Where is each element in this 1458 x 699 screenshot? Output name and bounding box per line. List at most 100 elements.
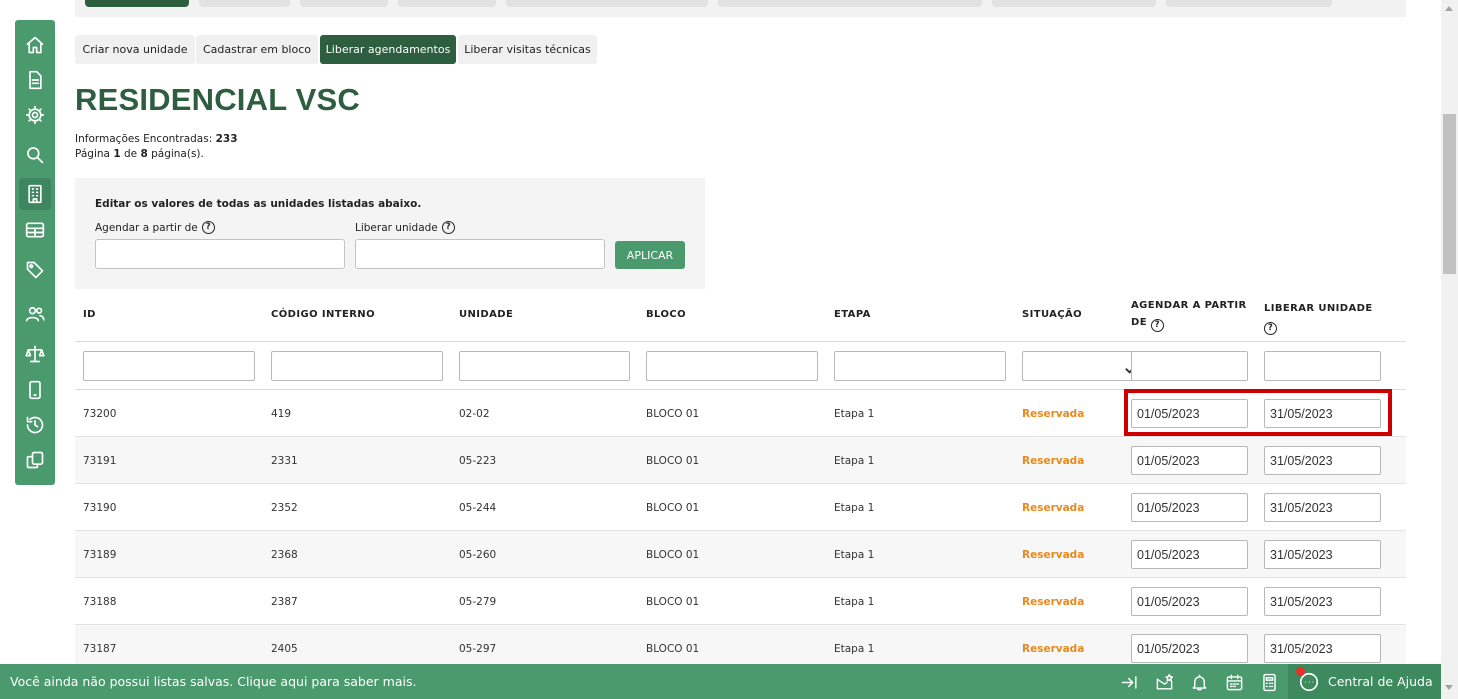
top-tab[interactable] [199, 0, 290, 7]
bulk-release-unit-input[interactable] [355, 239, 605, 269]
saved-lists-message[interactable]: Você ainda não possui listas salvas. Cli… [10, 674, 416, 689]
top-tab[interactable] [506, 0, 708, 7]
sidebar-item-users[interactable] [19, 298, 51, 330]
cell-id: 73187 [83, 643, 117, 655]
schedule-from-field[interactable]: 01/05/2023 [1131, 493, 1248, 522]
column-header-release-unit[interactable]: LIBERAR UNIDADE ? [1264, 300, 1373, 335]
release-unit-field[interactable]: 31/05/2023 [1264, 446, 1381, 475]
scroll-thumb[interactable] [1443, 114, 1456, 274]
cell-id: 73189 [83, 549, 117, 561]
sidebar-item-buildings[interactable] [19, 178, 51, 210]
top-tab[interactable] [398, 0, 496, 7]
home-icon [26, 36, 44, 54]
column-header-block[interactable]: BLOCO [646, 309, 686, 320]
sidebar-item-copy[interactable] [19, 444, 51, 476]
sidebar-item-mobile[interactable] [19, 374, 51, 406]
cell-unit: 02-02 [459, 408, 490, 420]
filter-internal-code-input[interactable] [271, 351, 443, 381]
top-tab[interactable] [718, 0, 982, 7]
copy-icon [26, 451, 44, 469]
release-unit-field[interactable]: 31/05/2023 [1264, 540, 1381, 569]
schedule-from-field[interactable]: 01/05/2023 [1131, 634, 1248, 663]
bulk-register-button[interactable]: Cadastrar em bloco [196, 35, 318, 64]
cell-block: BLOCO 01 [646, 502, 700, 514]
schedule-from-field[interactable]: 01/05/2023 [1131, 446, 1248, 475]
release-technical-visits-button[interactable]: Liberar visitas técnicas [458, 35, 597, 64]
status-badge: Reservada [1022, 455, 1085, 467]
calculator-icon[interactable] [1259, 672, 1279, 692]
bulk-release-unit-text: Liberar unidade [355, 221, 438, 234]
document-icon [29, 70, 42, 90]
filter-id-input[interactable] [83, 351, 255, 381]
column-header-schedule-from-line1: AGENDAR A PARTIR [1131, 300, 1247, 311]
help-icon[interactable]: ? [1150, 318, 1164, 332]
users-icon [25, 306, 45, 322]
pagination-suffix: página(s). [151, 148, 204, 160]
scroll-down-icon[interactable] [1445, 685, 1453, 690]
scale-icon [25, 345, 45, 363]
top-tab[interactable] [992, 0, 1156, 7]
cell-internal-code: 419 [271, 408, 292, 420]
create-unit-button[interactable]: Criar nova unidade [75, 35, 195, 64]
sidebar-item-settings[interactable] [19, 99, 51, 131]
release-unit-field[interactable]: 31/05/2023 [1264, 634, 1381, 663]
help-icon[interactable]: ? [201, 221, 215, 234]
sidebar-item-legal[interactable] [19, 338, 51, 370]
help-center-button[interactable]: Central de Ajuda [1288, 664, 1441, 699]
column-header-unit[interactable]: UNIDADE [459, 309, 513, 320]
sidebar-item-tags[interactable] [19, 254, 51, 286]
release-unit-field[interactable]: 31/05/2023 [1264, 587, 1381, 616]
top-tab[interactable] [300, 0, 388, 7]
scrollbar-bottom[interactable] [1441, 664, 1458, 699]
cell-id: 73191 [83, 455, 117, 467]
apply-button[interactable]: APLICAR [615, 241, 685, 269]
schedule-from-field[interactable]: 01/05/2023 [1131, 587, 1248, 616]
page-scrollbar[interactable] [1441, 0, 1458, 664]
cell-stage: Etapa 1 [834, 643, 875, 655]
sidebar-item-home[interactable] [19, 29, 51, 61]
collapse-arrow-icon[interactable] [1119, 672, 1139, 692]
calendar-icon[interactable] [1224, 672, 1244, 692]
schedule-from-field[interactable]: 01/05/2023 [1131, 540, 1248, 569]
bulk-schedule-from-input[interactable] [95, 239, 345, 269]
top-tab[interactable] [85, 0, 189, 7]
sidebar-item-history[interactable] [19, 409, 51, 441]
release-scheduling-button[interactable]: Liberar agendamentos [320, 35, 456, 64]
column-header-schedule-from[interactable]: AGENDAR A PARTIR DE ? [1131, 297, 1247, 332]
table-row: 73187 2405 05-297 BLOCO 01 Etapa 1 Reser… [75, 625, 1406, 664]
status-badge: Reservada [1022, 408, 1085, 420]
sidebar-item-documents[interactable] [19, 64, 51, 96]
filter-schedule-from-input[interactable] [1131, 351, 1248, 381]
column-header-internal-code[interactable]: CÓDIGO INTERNO [271, 309, 375, 320]
cell-id: 73188 [83, 596, 117, 608]
cell-id: 73200 [83, 408, 117, 420]
favorite-envelope-icon[interactable] [1154, 672, 1174, 692]
help-icon[interactable]: ? [1264, 321, 1277, 335]
filter-unit-input[interactable] [459, 351, 630, 381]
filter-status-select[interactable] [1022, 351, 1142, 381]
cell-internal-code: 2331 [271, 455, 298, 467]
top-tab[interactable] [1166, 0, 1332, 7]
sidebar-item-table[interactable] [19, 214, 51, 246]
column-header-release-unit-text: LIBERAR UNIDADE [1264, 303, 1373, 314]
bell-icon[interactable] [1189, 672, 1209, 692]
release-unit-field[interactable]: 31/05/2023 [1264, 493, 1381, 522]
column-header-id[interactable]: ID [83, 309, 96, 320]
cell-unit: 05-297 [459, 643, 497, 655]
filter-release-unit-input[interactable] [1264, 351, 1381, 381]
units-table: ID CÓDIGO INTERNO UNIDADE BLOCO ETAPA SI… [75, 289, 1406, 664]
bulk-schedule-from-text: Agendar a partir de [95, 221, 198, 234]
cell-stage: Etapa 1 [834, 455, 875, 467]
filter-block-input[interactable] [646, 351, 818, 381]
status-badge: Reservada [1022, 643, 1085, 655]
column-header-stage[interactable]: ETAPA [834, 309, 871, 320]
sidebar-item-search[interactable] [19, 139, 51, 171]
scroll-up-icon[interactable] [1445, 6, 1453, 11]
mobile-icon [29, 380, 41, 400]
filter-stage-input[interactable] [834, 351, 1006, 381]
help-icon[interactable]: ? [441, 221, 455, 234]
bulk-edit-panel: Editar os valores de todas as unidades l… [75, 178, 705, 289]
pagination-info: Página 1 de 8 página(s). [75, 148, 204, 160]
top-tab-strip [75, 0, 1406, 17]
column-header-status[interactable]: SITUAÇÃO [1022, 309, 1082, 320]
